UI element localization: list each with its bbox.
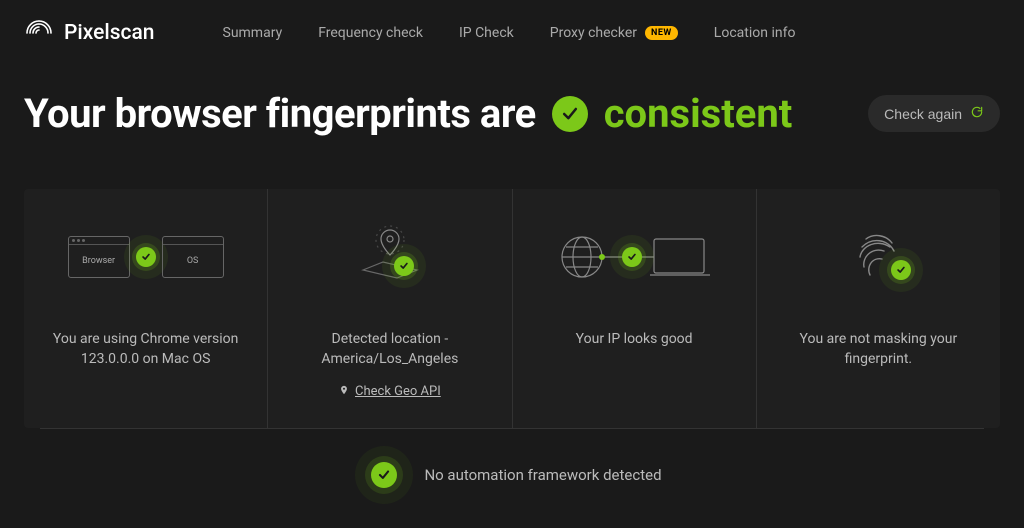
map-pin-icon <box>339 384 349 400</box>
card-ip: Your IP looks good <box>513 189 757 428</box>
automation-status-text: No automation framework detected <box>424 466 661 484</box>
check-geo-api-link[interactable]: Check Geo API <box>339 384 441 400</box>
top-nav: Summary Frequency check IP Check Proxy c… <box>223 25 796 41</box>
check-again-label: Check again <box>884 106 962 122</box>
card-location-text: Detected location - America/Los_Angeles <box>288 329 491 370</box>
fingerprint-graphic <box>777 221 980 293</box>
check-circle-icon <box>371 462 397 488</box>
card-location: Detected location - America/Los_Angeles … <box>268 189 512 428</box>
refresh-icon <box>970 105 984 122</box>
footer-check-wrap <box>362 453 406 497</box>
brand-name: Pixelscan <box>64 21 155 45</box>
hero-status: consistent <box>604 90 793 137</box>
os-box: OS <box>162 236 224 278</box>
card-browser-text: You are using Chrome version 123.0.0.0 o… <box>44 329 247 370</box>
new-badge: NEW <box>645 26 678 40</box>
hero-title: Your browser fingerprints are consistent <box>24 90 792 137</box>
os-box-label: OS <box>163 245 223 277</box>
fingerprint-swirl-icon <box>24 18 54 48</box>
card-ip-text: Your IP looks good <box>533 329 736 349</box>
ip-graphic <box>533 221 736 293</box>
nav-summary[interactable]: Summary <box>223 25 283 41</box>
browser-box: Browser <box>68 236 130 278</box>
card-fingerprint: You are not masking your fingerprint. <box>757 189 1000 428</box>
nav-proxy-label: Proxy checker <box>550 25 637 41</box>
status-cards: Browser OS You are using Chrome version … <box>24 189 1000 428</box>
geo-link-label: Check Geo API <box>355 384 441 399</box>
automation-status-row: No automation framework detected <box>40 428 984 521</box>
nav-location-info[interactable]: Location info <box>714 25 796 41</box>
nav-frequency-check[interactable]: Frequency check <box>318 25 423 41</box>
logo[interactable]: Pixelscan <box>24 18 155 48</box>
hero: Your browser fingerprints are consistent… <box>0 66 1024 149</box>
check-circle-icon <box>622 247 642 267</box>
card-fingerprint-text: You are not masking your fingerprint. <box>777 329 980 370</box>
check-circle-icon <box>394 256 414 276</box>
check-again-button[interactable]: Check again <box>868 95 1000 132</box>
browser-os-graphic: Browser OS <box>44 221 247 293</box>
browser-box-label: Browser <box>69 245 129 277</box>
check-circle-icon <box>891 260 911 280</box>
header: Pixelscan Summary Frequency check IP Che… <box>0 0 1024 66</box>
check-circle-icon <box>552 96 588 132</box>
hero-prefix: Your browser fingerprints are <box>24 90 536 137</box>
nav-proxy-checker[interactable]: Proxy checker NEW <box>550 25 678 41</box>
check-circle-icon <box>136 247 156 267</box>
location-graphic <box>288 221 491 293</box>
card-browser: Browser OS You are using Chrome version … <box>24 189 268 428</box>
nav-ip-check[interactable]: IP Check <box>459 25 514 41</box>
